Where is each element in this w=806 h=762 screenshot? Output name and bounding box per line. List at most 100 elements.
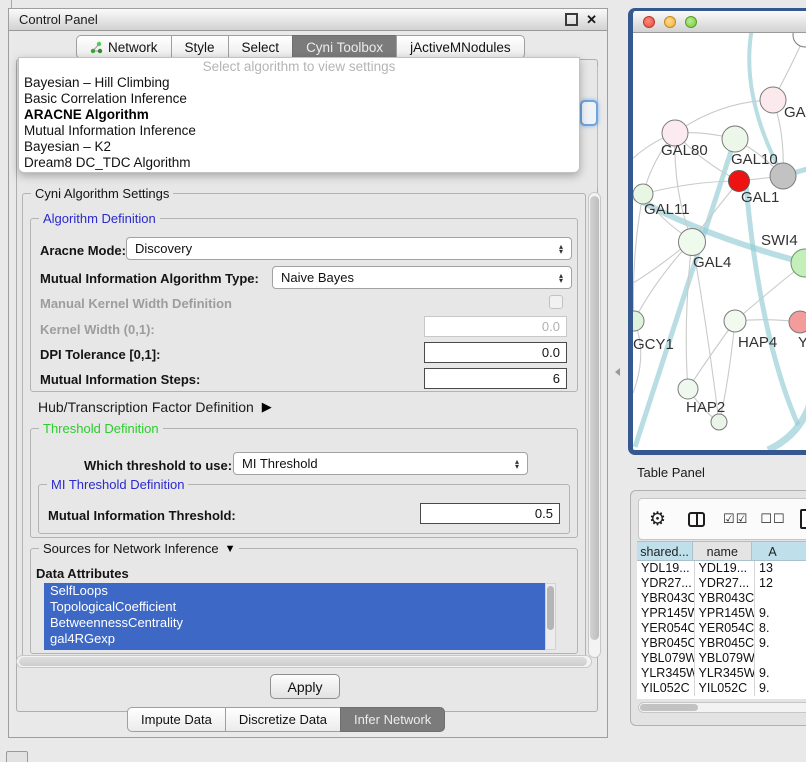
data-attributes-list[interactable]: SelfLoops TopologicalCoefficient Between… <box>44 583 545 650</box>
table-panel-titlebar[interactable]: Table Panel <box>625 458 806 486</box>
hub-definition-toggle[interactable]: Hub/Transcription Factor Definition ▶ <box>38 399 272 415</box>
control-panel-tabs: Network Style Select Cyni Toolbox jActiv… <box>76 35 525 59</box>
close-window-icon[interactable] <box>643 16 655 28</box>
manual-kernel-checkbox[interactable] <box>549 295 563 309</box>
tab-impute-data[interactable]: Impute Data <box>127 707 225 732</box>
mi-type-label: Mutual Information Algorithm Type: <box>40 271 259 286</box>
algorithm-combo-placeholder[interactable]: Select algorithm to view settings <box>19 58 579 75</box>
kernel-width-label: Kernel Width (0,1): <box>40 322 155 337</box>
table-row[interactable]: YBL079W YBL079W <box>637 651 806 666</box>
apply-button[interactable]: Apply <box>270 674 340 699</box>
column-header-sharedname[interactable]: shared... <box>637 541 693 561</box>
table-hscrollbar-thumb[interactable] <box>640 704 698 711</box>
minimize-window-icon[interactable] <box>664 16 676 28</box>
splitter-handle-icon[interactable] <box>615 368 620 376</box>
maximize-window-icon[interactable] <box>685 16 697 28</box>
spinner-arrows-icon: ▴▾ <box>553 244 563 254</box>
table-panel-window: ⚙ ☑☑ ☐☐ shared... name A YDL19... YDL19.… <box>630 490 806 726</box>
network-node-gcy1[interactable] <box>633 311 644 331</box>
dropdown-item[interactable]: Bayesian – K2 <box>19 139 579 155</box>
list-item[interactable]: gal4RGexp <box>44 631 545 647</box>
mi-threshold-field[interactable]: 0.5 <box>420 503 560 524</box>
dropdown-item[interactable]: ARACNE Algorithm <box>19 107 579 123</box>
sources-group-title: Sources for Network Inference ▼ <box>39 541 239 556</box>
list-item[interactable]: BetweennessCentrality <box>44 615 545 631</box>
dropdown-item[interactable]: Basic Correlation Inference <box>19 91 579 107</box>
mi-threshold-label: Mutual Information Threshold: <box>48 508 236 523</box>
node-label: GCY1 <box>633 336 674 353</box>
kernel-width-field[interactable]: 0.0 <box>424 316 567 337</box>
close-panel-icon[interactable]: ✕ <box>586 12 597 28</box>
aracne-mode-select[interactable]: Discovery ▴▾ <box>126 237 572 260</box>
table-row[interactable]: YIL052C YIL052C 9. <box>637 681 806 696</box>
threshold-definition-title: Threshold Definition <box>39 421 163 436</box>
table-row[interactable]: YLR345W YLR345W 9. <box>637 666 806 681</box>
node-label: GAL4 <box>693 254 731 271</box>
network-canvas[interactable]: GAL GAL80 GAL10 GAL1 GAL11 GAL4 SWI4 GCY… <box>633 33 806 450</box>
which-threshold-select[interactable]: MI Threshold ▴▾ <box>233 452 528 475</box>
control-panel-titlebar[interactable]: Control Panel ✕ <box>9 9 607 31</box>
gear-icon[interactable]: ⚙ <box>649 510 666 529</box>
dropdown-item[interactable]: Bayesian – Hill Climbing <box>19 75 579 91</box>
network-node-hap2[interactable] <box>678 379 698 399</box>
deselect-all-icon[interactable]: ☐☐ <box>760 511 785 527</box>
network-icon <box>90 41 103 54</box>
settings-scrollbar-thumb[interactable] <box>590 196 599 640</box>
network-node-hap4[interactable] <box>724 310 746 332</box>
expanded-arrow-icon[interactable]: ▼ <box>225 543 236 555</box>
network-node[interactable] <box>711 414 727 430</box>
network-node-salmon[interactable] <box>789 311 806 333</box>
float-panel-icon[interactable] <box>565 13 578 26</box>
table-header-row: shared... name A <box>637 541 806 561</box>
table-row[interactable]: YBR043C YBR043C <box>637 591 806 606</box>
collapsed-panel-icon[interactable] <box>6 751 28 762</box>
column-header-partial[interactable]: A <box>752 541 806 561</box>
collapsed-arrow-icon[interactable]: ▶ <box>262 399 272 415</box>
window-edge-tick <box>11 0 12 8</box>
network-window-titlebar[interactable] <box>633 11 806 33</box>
new-table-icon[interactable] <box>800 509 806 529</box>
which-threshold-label: Which threshold to use: <box>84 458 232 473</box>
network-view-window[interactable]: GAL GAL80 GAL10 GAL1 GAL11 GAL4 SWI4 GCY… <box>628 8 806 455</box>
algorithm-definition-title: Algorithm Definition <box>39 211 160 226</box>
mi-threshold-group-title: MI Threshold Definition <box>47 477 188 492</box>
settings-hscrollbar-thumb[interactable] <box>19 657 587 666</box>
dropdown-item[interactable]: Dream8 DC_TDC Algorithm <box>19 155 579 171</box>
tab-jactivemnodules[interactable]: jActiveMNodules <box>396 35 525 59</box>
aracne-mode-label: Aracne Mode: <box>40 243 126 258</box>
list-item[interactable]: SelfLoops <box>44 583 545 599</box>
network-node[interactable] <box>760 87 786 113</box>
select-all-icon[interactable]: ☑☑ <box>723 511 748 527</box>
mi-steps-field[interactable]: 6 <box>424 368 567 389</box>
tab-network[interactable]: Network <box>76 35 171 59</box>
table-row[interactable]: YDR27... YDR27... 12 <box>637 576 806 591</box>
network-node-gal10[interactable] <box>722 126 748 152</box>
node-table[interactable]: shared... name A YDL19... YDL19... 13 YD… <box>637 541 806 699</box>
tab-infer-network[interactable]: Infer Network <box>340 707 445 732</box>
tab-cyni-toolbox[interactable]: Cyni Toolbox <box>292 35 396 59</box>
tab-discretize-data[interactable]: Discretize Data <box>225 707 340 732</box>
settings-group-title: Cyni Algorithm Settings <box>31 186 173 201</box>
tab-select[interactable]: Select <box>228 35 293 59</box>
node-label: GAL <box>784 104 806 121</box>
table-row[interactable]: YER054C YER054C 8. <box>637 621 806 636</box>
node-label: GAL80 <box>661 142 708 159</box>
node-label: Y <box>798 334 806 351</box>
mi-type-select[interactable]: Naive Bayes ▴▾ <box>272 266 572 289</box>
table-row[interactable]: YPR145W YPR145W 9. <box>637 606 806 621</box>
list-scrollbar-thumb[interactable] <box>547 586 554 630</box>
network-node-gal4[interactable] <box>679 229 706 256</box>
columns-icon[interactable] <box>688 512 705 527</box>
column-header-name[interactable]: name <box>693 541 752 561</box>
hidden-combo-focus-fragment <box>580 100 598 126</box>
node-label: SWI4 <box>761 232 798 249</box>
hidden-groupbox-edge <box>597 66 598 188</box>
table-row[interactable]: YDL19... YDL19... 13 <box>637 561 806 576</box>
network-node[interactable] <box>793 33 806 47</box>
dpi-tolerance-field[interactable]: 0.0 <box>424 342 567 363</box>
node-label: GAL10 <box>731 151 778 168</box>
dropdown-item[interactable]: Mutual Information Inference <box>19 123 579 139</box>
tab-style[interactable]: Style <box>171 35 228 59</box>
table-row[interactable]: YBR045C YBR045C 9. <box>637 636 806 651</box>
list-item[interactable]: TopologicalCoefficient <box>44 599 545 615</box>
